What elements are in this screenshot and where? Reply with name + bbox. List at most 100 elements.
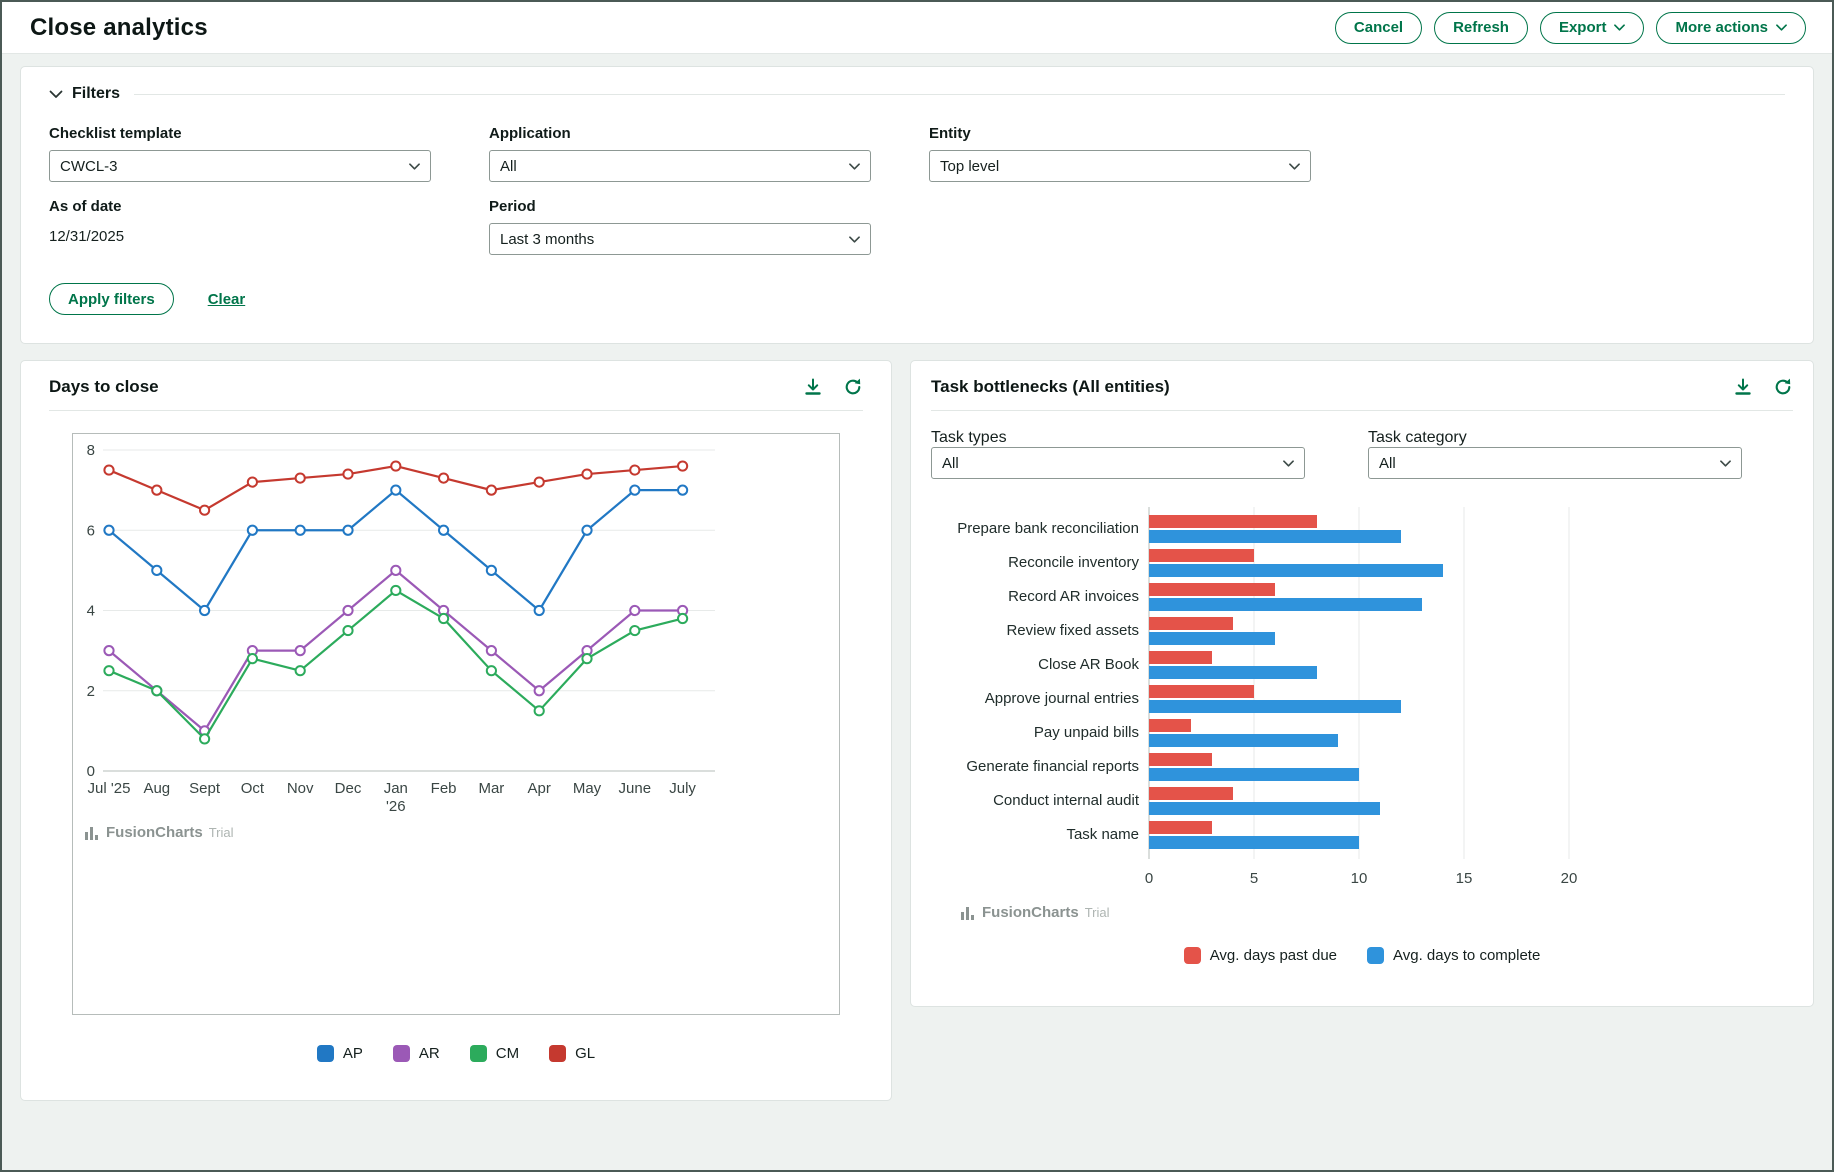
chevron-down-icon: [849, 236, 860, 243]
checklist-template-select[interactable]: CWCL-3: [49, 150, 431, 182]
watermark-trial: Trial: [1085, 905, 1110, 920]
more-actions-button[interactable]: More actions: [1656, 12, 1806, 44]
task-bottlenecks-legend: Avg. days past due Avg. days to complete: [931, 947, 1793, 964]
as-of-date-value: 12/31/2025: [49, 223, 431, 245]
application-label: Application: [489, 125, 871, 142]
chevron-down-icon[interactable]: [49, 90, 63, 99]
svg-text:5: 5: [1250, 870, 1258, 887]
svg-text:2: 2: [87, 683, 95, 700]
svg-text:June: June: [619, 780, 652, 797]
legend-item[interactable]: CM: [470, 1045, 519, 1062]
legend-label: CM: [496, 1045, 519, 1062]
svg-text:Feb: Feb: [431, 780, 457, 797]
download-icon[interactable]: [1733, 377, 1753, 397]
task-category-label: Task category: [1368, 429, 1467, 446]
entity-field: Entity Top level: [929, 125, 1311, 182]
period-label: Period: [489, 198, 871, 215]
days-to-close-card: Days to close 02468Jul '25AugSeptOctNovD…: [20, 360, 892, 1101]
legend-item[interactable]: AR: [393, 1045, 440, 1062]
task-bottlenecks-card: Task bottlenecks (All entities) Task typ…: [910, 360, 1814, 1007]
top-bar: Close analytics Cancel Refresh Export Mo…: [2, 2, 1832, 54]
chevron-down-icon: [1289, 163, 1300, 170]
svg-text:Dec: Dec: [335, 780, 362, 797]
cancel-button[interactable]: Cancel: [1335, 12, 1422, 44]
filters-header: Filters: [49, 85, 1785, 103]
svg-text:Approve journal entries: Approve journal entries: [985, 690, 1139, 707]
svg-text:Jul '25: Jul '25: [88, 780, 131, 797]
filters-panel: Filters Checklist template CWCL-3 Applic…: [20, 66, 1814, 344]
select-value: All: [1379, 455, 1396, 472]
export-button-label: Export: [1559, 19, 1607, 36]
entity-select[interactable]: Top level: [929, 150, 1311, 182]
fusioncharts-logo-icon: [961, 905, 976, 920]
task-bottlenecks-chart: 05101520Prepare bank reconciliationRecon…: [931, 507, 1731, 893]
legend-swatch: [1367, 947, 1384, 964]
select-value: CWCL-3: [60, 158, 118, 175]
svg-text:Generate financial reports: Generate financial reports: [966, 758, 1139, 775]
fusioncharts-logo-icon: [85, 825, 100, 840]
svg-text:0: 0: [87, 763, 95, 780]
svg-text:8: 8: [87, 442, 95, 459]
svg-text:Apr: Apr: [528, 780, 551, 797]
days-to-close-title: Days to close: [49, 377, 159, 397]
task-category-select[interactable]: All: [1368, 447, 1742, 479]
days-to-close-header: Days to close: [49, 377, 863, 411]
topbar-actions: Cancel Refresh Export More actions: [1335, 12, 1806, 44]
as-of-date-field: As of date 12/31/2025: [49, 198, 431, 255]
export-button[interactable]: Export: [1540, 12, 1645, 44]
task-bottlenecks-filters: Task types All Task category All: [931, 429, 1793, 479]
charts-row: Days to close 02468Jul '25AugSeptOctNovD…: [20, 360, 1814, 1101]
svg-text:4: 4: [87, 603, 95, 620]
fusioncharts-watermark: FusionCharts Trial: [961, 904, 1793, 921]
download-icon[interactable]: [803, 377, 823, 397]
filters-actions: Apply filters Clear: [49, 283, 1785, 315]
legend-item[interactable]: GL: [549, 1045, 595, 1062]
as-of-date-label: As of date: [49, 198, 431, 215]
legend-label: Avg. days past due: [1210, 947, 1337, 964]
period-select[interactable]: Last 3 months: [489, 223, 871, 255]
svg-text:May: May: [573, 780, 602, 797]
task-types-field: Task types All: [931, 429, 1305, 479]
svg-text:15: 15: [1456, 870, 1473, 887]
svg-text:Aug: Aug: [143, 780, 170, 797]
legend-swatch: [1184, 947, 1201, 964]
task-bottlenecks-title: Task bottlenecks (All entities): [931, 377, 1170, 397]
refresh-button-label: Refresh: [1453, 19, 1509, 36]
clear-filters-link[interactable]: Clear: [208, 291, 246, 308]
divider: [134, 94, 1785, 95]
apply-filters-button[interactable]: Apply filters: [49, 283, 174, 315]
chevron-down-icon: [1283, 460, 1294, 467]
task-category-field: Task category All: [1368, 429, 1742, 479]
card-actions: [803, 377, 863, 397]
task-types-select[interactable]: All: [931, 447, 1305, 479]
legend-item[interactable]: Avg. days to complete: [1367, 947, 1540, 964]
svg-text:20: 20: [1561, 870, 1578, 887]
svg-text:10: 10: [1351, 870, 1368, 887]
application-select[interactable]: All: [489, 150, 871, 182]
application-field: Application All: [489, 125, 871, 182]
card-actions: [1733, 377, 1793, 397]
svg-text:July: July: [669, 780, 696, 797]
select-value: Top level: [940, 158, 999, 175]
chevron-down-icon: [409, 163, 420, 170]
svg-text:Jan: Jan: [384, 780, 408, 797]
svg-text:Task name: Task name: [1066, 826, 1139, 843]
days-to-close-chart: 02468Jul '25AugSeptOctNovDecJan'26FebMar…: [73, 434, 839, 1014]
refresh-button[interactable]: Refresh: [1434, 12, 1528, 44]
task-types-label: Task types: [931, 429, 1007, 446]
refresh-icon[interactable]: [1773, 377, 1793, 397]
watermark-brand: FusionCharts: [982, 904, 1079, 921]
svg-text:Prepare bank reconciliation: Prepare bank reconciliation: [957, 520, 1139, 537]
filters-title: Filters: [72, 85, 120, 103]
legend-item[interactable]: Avg. days past due: [1184, 947, 1337, 964]
svg-text:Review fixed assets: Review fixed assets: [1006, 622, 1139, 639]
apply-filters-label: Apply filters: [68, 291, 155, 308]
select-value: Last 3 months: [500, 231, 594, 248]
filters-grid: Checklist template CWCL-3 Application Al…: [49, 125, 1785, 255]
checklist-template-label: Checklist template: [49, 125, 431, 142]
legend-swatch: [393, 1045, 410, 1062]
svg-text:Mar: Mar: [478, 780, 504, 797]
chevron-down-icon: [1614, 24, 1625, 31]
legend-item[interactable]: AP: [317, 1045, 363, 1062]
refresh-icon[interactable]: [843, 377, 863, 397]
